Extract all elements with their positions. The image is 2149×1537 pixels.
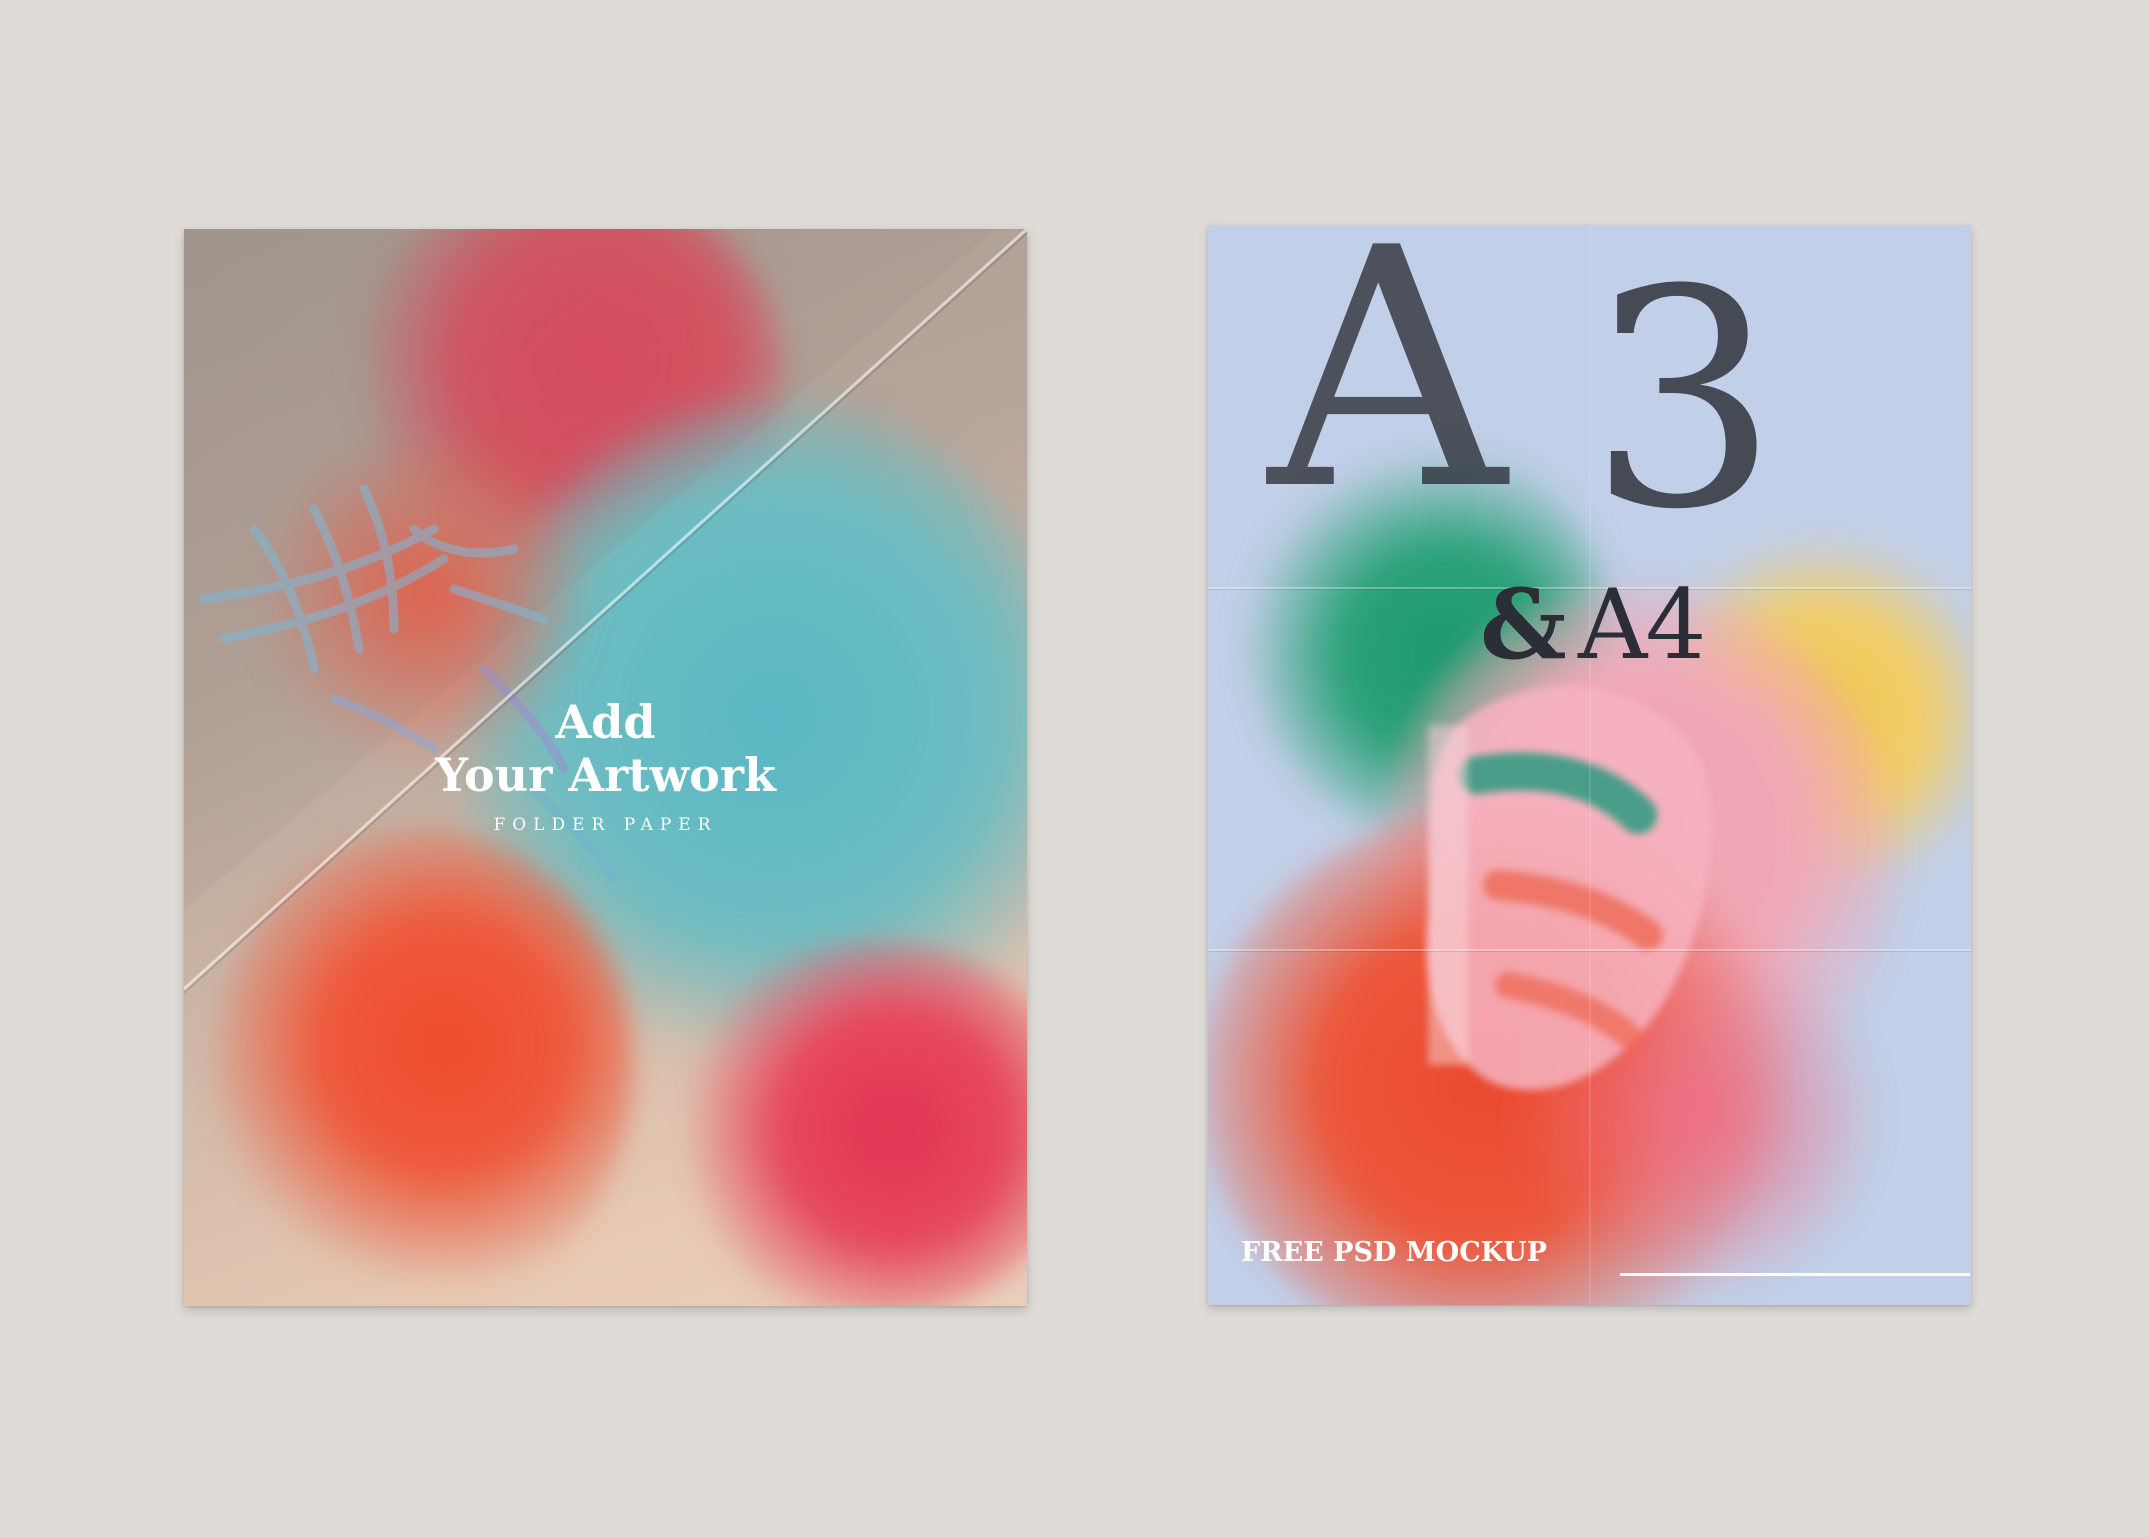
left-poster-title-line-1: Add [555, 695, 656, 749]
left-poster-subtitle: FOLDER PAPER [493, 815, 718, 835]
left-poster: Add Your Artwork FOLDER PAPER [184, 229, 1027, 1306]
right-poster-headline-number: 3 [1588, 226, 1779, 575]
monstera-leaf-icon [1426, 686, 1713, 1091]
right-poster-footer-text: FREE PSD MOCKUP [1241, 1237, 1548, 1268]
left-poster-title-line-2: Your Artwork [435, 748, 776, 802]
right-poster-ampersand: & [1480, 568, 1567, 681]
right-poster-headline-letter: A [1268, 225, 1507, 562]
right-poster-footer-rule [1620, 1273, 1970, 1276]
mockup-scene: Add Your Artwork FOLDER PAPER A 3 & A4 F… [0, 0, 2149, 1537]
right-poster-secondary-size: A4 [1578, 569, 1706, 681]
right-poster: A 3 & A4 FREE PSD MOCKUP [1208, 225, 1971, 1305]
